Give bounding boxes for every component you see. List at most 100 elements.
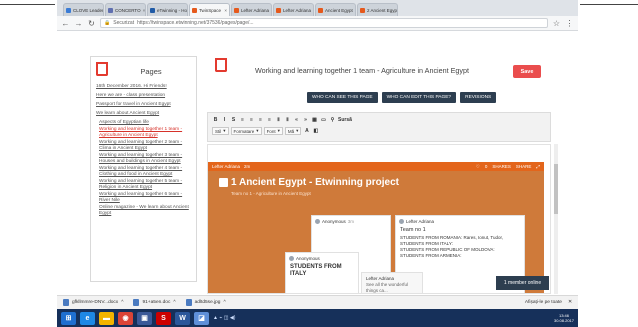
editor-tool-button[interactable]: ▭	[320, 116, 327, 124]
sidebar-page-link[interactable]: Passport for travel in Ancient Egypt	[96, 102, 194, 108]
padlet-embed[interactable]: Lefter Adriana 2m ♡ 0 SHARES SHARE ⤢ 1 A…	[208, 162, 544, 293]
sidebar-page-link[interactable]: Aspects of Egyptian life	[99, 120, 194, 126]
editor-tool-button[interactable]: S	[230, 116, 237, 124]
back-icon[interactable]: ←	[61, 19, 70, 28]
editor-tool-button[interactable]: ⚲	[329, 116, 336, 124]
tab-close-icon[interactable]: ×	[313, 8, 314, 13]
tab-close-icon[interactable]: ×	[271, 8, 272, 13]
browser-tab[interactable]: TwinSpace ×	[189, 3, 230, 16]
editor-tool-button[interactable]: Ⅱ	[284, 116, 291, 124]
editor-tool-button[interactable]: »	[302, 116, 309, 124]
save-button[interactable]: Save	[513, 65, 541, 78]
tab-label: TwinSpace	[199, 7, 222, 13]
sidebar-page-link[interactable]: Working and learning together 5 team - R…	[99, 179, 194, 191]
sidebar-title: Pages	[140, 67, 162, 76]
folder-icon[interactable]: ▬	[99, 311, 114, 325]
embed-title: 1 Ancient Egypt - Etwinning project	[231, 177, 399, 188]
online-members-badge[interactable]: 1 member online	[496, 276, 549, 290]
download-item[interactable]: gfkllmmre-DNV...docx ^	[63, 299, 123, 306]
ie-icon[interactable]: e	[80, 311, 95, 325]
sidebar-page-link[interactable]: Working and learning together 1 team - A…	[99, 127, 194, 139]
tab-close-icon[interactable]: ×	[355, 8, 356, 13]
font-select[interactable]: Font ▾	[263, 127, 283, 135]
format-select[interactable]: Formatare ▾	[230, 127, 262, 135]
word-icon[interactable]: W	[175, 311, 190, 325]
sidebar-page-link[interactable]: Working and learning together 4 team - C…	[99, 166, 194, 178]
browser-tab[interactable]: Lefter Adriana×	[231, 3, 272, 16]
app-icon[interactable]: ▣	[137, 311, 152, 325]
sidebar-page-link[interactable]: Working and learning together 3 team - H…	[99, 153, 194, 165]
tray-icons[interactable]: ▲ ⌁ ◫ ◀)	[213, 315, 235, 321]
menu-icon[interactable]: ⋮	[565, 19, 574, 28]
editor-tool-button[interactable]: ≡	[257, 116, 264, 124]
sidebar-page-link[interactable]: Working and learning together 6 team - R…	[99, 192, 194, 204]
browser-tab[interactable]: 2 Ancient Egypt ×	[357, 3, 398, 16]
text-color-icon[interactable]: A	[303, 127, 310, 135]
forward-icon[interactable]: →	[74, 19, 83, 28]
browser-tab[interactable]: CLOVE Leader×	[63, 3, 104, 16]
editor-area[interactable]: Lefter Adriana 2m ♡ 0 SHARES SHARE ⤢ 1 A…	[207, 144, 551, 294]
app-icon[interactable]: S	[156, 311, 171, 325]
download-item[interactable]: adltd5se.jpg ^	[185, 299, 226, 306]
address-bar[interactable]: 🔒 Securizat https://twinspace.etwinning.…	[100, 18, 548, 28]
chevron-up-icon[interactable]: ^	[223, 300, 225, 305]
browser-tab[interactable]: Lefter Adriana×	[273, 3, 314, 16]
embed-subtitle: Team no 1 - Agriculture in Ancient Egypt	[231, 191, 311, 196]
avatar	[399, 219, 404, 224]
chrome-icon[interactable]: ◉	[118, 311, 133, 325]
editor-tool-button[interactable]: ≡	[248, 116, 255, 124]
post-card[interactable]: Lefter Adriana See all the wonderful thi…	[361, 272, 423, 293]
reload-icon[interactable]: ↻	[87, 19, 96, 28]
editor-tool-button[interactable]: ≡	[266, 116, 273, 124]
sidebar-page-link[interactable]: Here we are - class presentation	[96, 93, 194, 99]
url-text: https://twinspace.etwinning.net/37536/pa…	[137, 20, 254, 26]
sidebar-page-link[interactable]: 16th December 2016. Hi Friends!	[96, 84, 194, 90]
tab-bar: CLOVE Leader×CONCERTO×eTwinning - Ho×Twi…	[57, 0, 578, 16]
browser-tab[interactable]: eTwinning - Ho×	[147, 3, 188, 16]
browser-window: CLOVE Leader×CONCERTO×eTwinning - Ho×Twi…	[57, 0, 578, 327]
close-icon[interactable]: ✕	[568, 300, 572, 305]
editor-tool-button[interactable]: ▦	[311, 116, 318, 124]
share-button[interactable]: SHARE	[516, 164, 532, 170]
size-select[interactable]: Mă ▾	[284, 127, 302, 135]
expand-icon[interactable]: ⤢	[536, 164, 540, 170]
sidebar-page-link[interactable]: Online magazine - We learn about Ancient…	[99, 205, 194, 217]
browser-tab[interactable]: Ancient Egypt×	[315, 3, 356, 16]
chevron-up-icon[interactable]: ^	[173, 300, 175, 305]
clock[interactable]: 13:46 30.08.2017	[554, 313, 574, 323]
editor-tool-button[interactable]: Ⅱ	[275, 116, 282, 124]
avatar	[315, 219, 320, 224]
tab-favicon	[318, 7, 323, 13]
revisions-button[interactable]: REVISIONS	[460, 92, 497, 103]
who-can-see-button[interactable]: WHO CAN SEE THIS PAGE	[307, 92, 378, 103]
download-shelf: gfkllmmre-DNV...docx ^ 91+a5en.doc ^ adltd5s…	[57, 295, 578, 309]
tab-close-icon[interactable]: ×	[224, 8, 227, 13]
tab-favicon	[234, 7, 239, 13]
star-icon[interactable]: ☆	[552, 19, 561, 28]
sidebar-page-link[interactable]: We learn about Ancient Egypt	[96, 111, 194, 117]
post-card[interactable]: Anonymous STUDENTS FROM ITALY	[285, 252, 359, 293]
start-icon[interactable]: ⊞	[61, 311, 76, 325]
show-all-downloads[interactable]: Afișați-le pe toate	[525, 300, 562, 305]
bg-color-icon[interactable]: ◧	[312, 127, 319, 135]
chevron-up-icon[interactable]: ^	[121, 300, 123, 305]
editor-tool-button[interactable]: «	[293, 116, 300, 124]
embed-bar: Lefter Adriana 2m ♡ 0 SHARES SHARE ⤢	[208, 162, 544, 171]
tab-close-icon[interactable]: ×	[143, 8, 145, 13]
download-label: 91+a5en.doc	[142, 300, 171, 305]
browser-tab[interactable]: CONCERTO ×	[105, 3, 146, 16]
lock-icon: 🔒	[104, 20, 111, 26]
tab-label: Ancient Egypt	[325, 7, 353, 13]
editor-tool-button[interactable]: ≡	[239, 116, 246, 124]
editor-tool-button[interactable]: I	[221, 116, 228, 124]
sidebar-page-link[interactable]: Working and learning together 2 team - C…	[99, 140, 194, 152]
editor-tool-button[interactable]: Sursă	[338, 116, 352, 124]
app-icon[interactable]: ◪	[194, 311, 209, 325]
download-item[interactable]: 91+a5en.doc ^	[133, 299, 176, 306]
heart-icon[interactable]: ♡	[476, 164, 480, 170]
editor-scrollbar[interactable]	[554, 144, 558, 294]
style-select[interactable]: Stil ▾	[212, 127, 229, 135]
who-can-edit-button[interactable]: WHO CAN EDIT THIS PAGE?	[381, 92, 457, 103]
editor-tool-button[interactable]: B	[212, 116, 219, 124]
tab-label: CLOVE Leader	[73, 7, 104, 13]
